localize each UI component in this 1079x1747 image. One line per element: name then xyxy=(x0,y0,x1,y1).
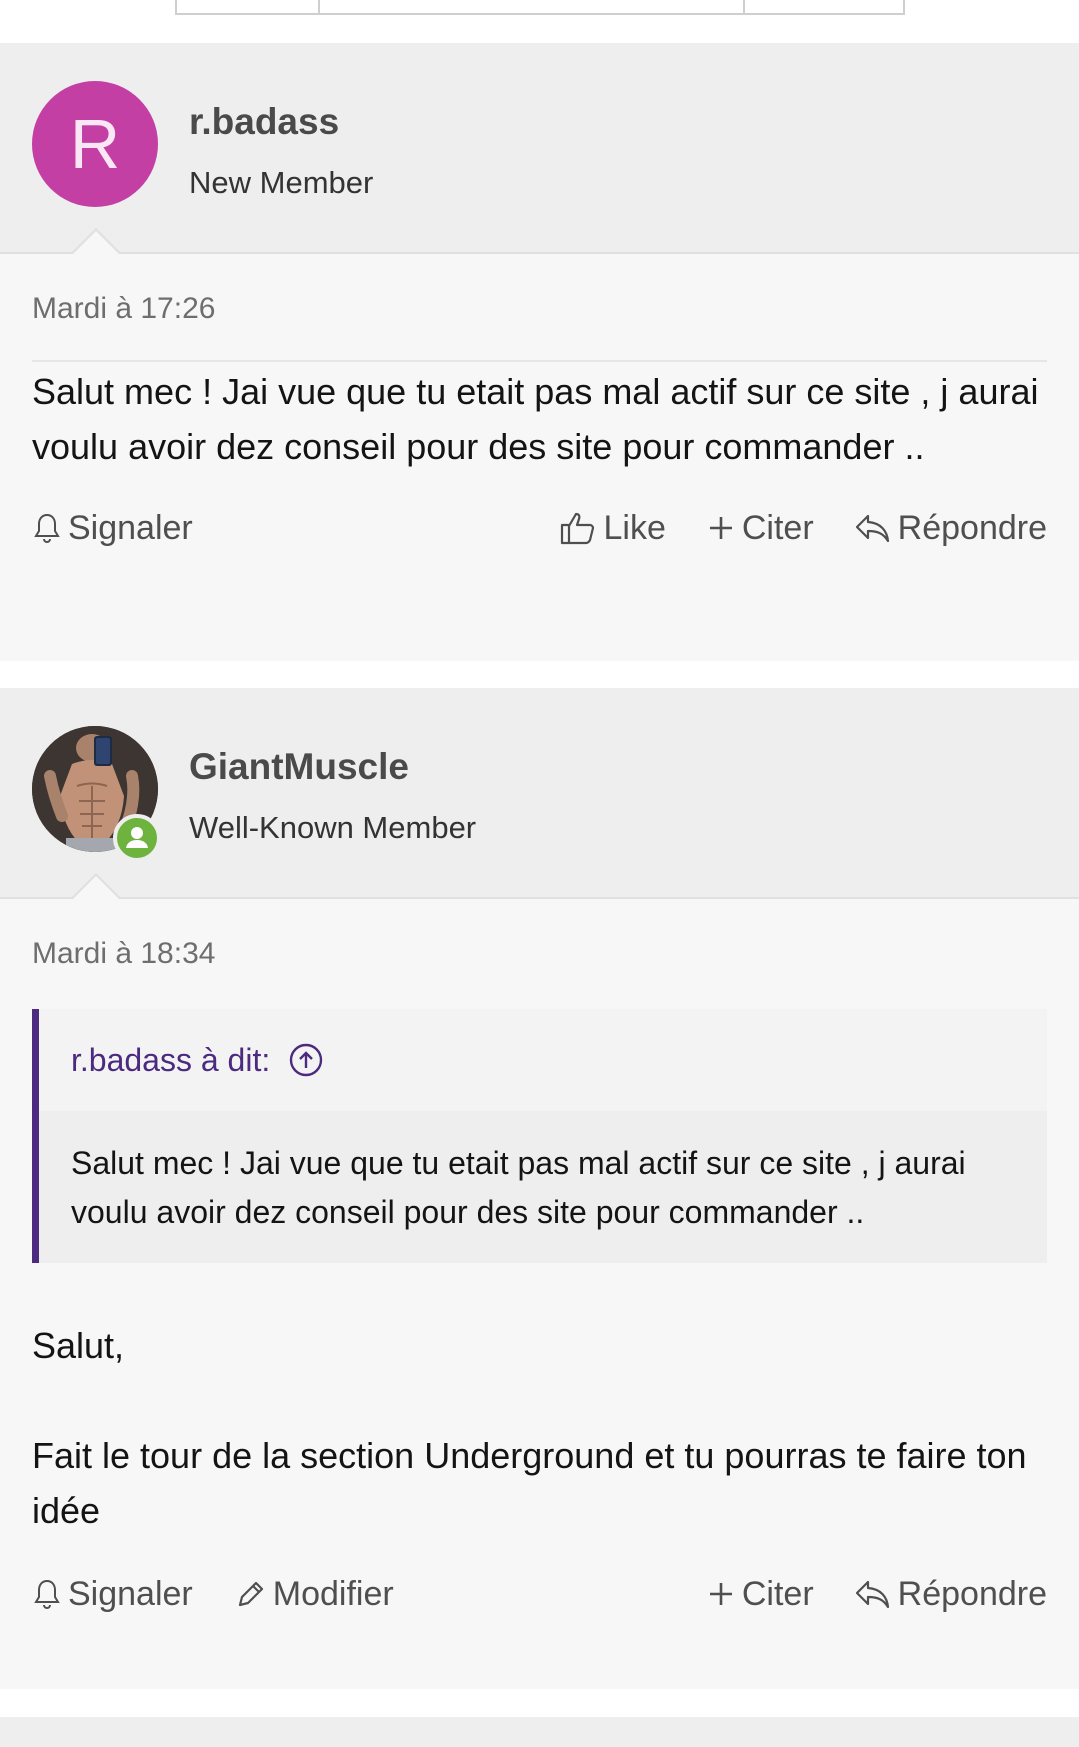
like-button[interactable]: Like xyxy=(559,508,666,548)
pagination-segment[interactable] xyxy=(177,0,320,13)
quote-header[interactable]: r.badass à dit: xyxy=(39,1009,1047,1111)
pagination-bar xyxy=(175,0,905,15)
bell-icon xyxy=(32,1578,62,1610)
post: R r.badass New Member Mardi à 17:26 Salu… xyxy=(0,43,1079,661)
header-caret xyxy=(70,228,122,255)
post-author-header: GiantMuscle Well-Known Member xyxy=(0,688,1079,900)
pencil-icon xyxy=(235,1578,267,1610)
reply-arrow-icon xyxy=(854,512,892,544)
username[interactable]: GiantMuscle xyxy=(189,746,409,788)
avatar[interactable]: R xyxy=(32,81,158,207)
post-author-header: R r.badass New Member xyxy=(0,43,1079,255)
reply-label: Répondre xyxy=(897,1574,1047,1613)
post-body: Mardi à 17:26 Salut mec ! Jai vue que tu… xyxy=(0,254,1079,558)
post: GiantMuscle Well-Known Member Mardi à 18… xyxy=(0,688,1079,1689)
report-button[interactable]: Signaler xyxy=(32,1575,193,1614)
reply-button[interactable]: Répondre xyxy=(854,1575,1047,1614)
arrow-up-circle-icon[interactable] xyxy=(288,1042,324,1078)
quote-author[interactable]: r.badass à dit: xyxy=(71,1042,270,1079)
edit-label: Modifier xyxy=(272,1574,394,1613)
user-role: New Member xyxy=(189,165,374,200)
post-message: Salut mec ! Jai vue que tu etait pas mal… xyxy=(32,371,1039,467)
report-label: Signaler xyxy=(68,508,193,547)
plus-icon xyxy=(706,1579,736,1609)
user-role: Well-Known Member xyxy=(189,810,477,845)
quote-button[interactable]: Citer xyxy=(706,509,814,548)
header-caret xyxy=(70,873,122,900)
username[interactable]: r.badass xyxy=(189,101,339,143)
post-paragraph: Fait le tour de la section Underground e… xyxy=(32,1435,1027,1531)
plus-icon xyxy=(706,513,736,543)
report-button[interactable]: Signaler xyxy=(32,509,193,548)
divider xyxy=(32,360,1047,362)
pagination-segment[interactable] xyxy=(745,0,903,13)
post-timestamp[interactable]: Mardi à 17:26 xyxy=(32,254,1047,326)
next-post-header xyxy=(0,1717,1079,1747)
pagination-segment[interactable] xyxy=(320,0,745,13)
post-actions: Signaler Like Citer Répondre xyxy=(32,498,1047,558)
reply-button[interactable]: Répondre xyxy=(854,509,1047,548)
edit-button[interactable]: Modifier xyxy=(235,1575,394,1614)
quote-button[interactable]: Citer xyxy=(706,1575,814,1614)
post-timestamp[interactable]: Mardi à 18:34 xyxy=(32,899,1047,971)
online-status-badge xyxy=(113,814,161,862)
post-paragraph: Salut, xyxy=(32,1325,125,1366)
reply-arrow-icon xyxy=(854,1578,892,1610)
quote-text: Salut mec ! Jai vue que tu etait pas mal… xyxy=(71,1145,966,1230)
post-body: Mardi à 18:34 r.badass à dit: Salut mec … xyxy=(0,899,1079,1624)
reply-label: Répondre xyxy=(897,508,1047,547)
thumbs-up-icon xyxy=(559,510,597,546)
report-label: Signaler xyxy=(68,1574,193,1613)
like-label: Like xyxy=(603,508,666,547)
quote-label: Citer xyxy=(741,508,814,547)
blockquote: r.badass à dit: Salut mec ! Jai vue que … xyxy=(32,1009,1047,1263)
bell-icon xyxy=(32,512,62,544)
post-actions: Signaler Modifier Citer Répondre xyxy=(32,1564,1047,1624)
user-icon xyxy=(126,827,148,848)
quote-label: Citer xyxy=(741,1574,814,1613)
